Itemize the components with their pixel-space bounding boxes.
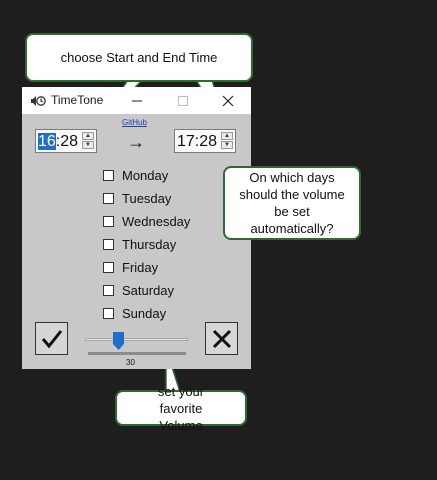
day-checkbox-monday[interactable]: Monday [103,166,168,184]
start-hour-selected: 16 [38,133,56,150]
checkmark-icon [41,329,62,348]
checkbox[interactable] [103,169,114,181]
day-checkbox-friday[interactable]: Friday [103,258,158,276]
day-checkbox-wednesday[interactable]: Wednesday [103,212,190,230]
day-checkbox-tuesday[interactable]: Tuesday [103,189,171,207]
start-time-down-arrow[interactable]: ▼ [82,141,94,149]
day-label: Thursday [122,236,177,252]
maximize-button[interactable] [168,87,198,114]
end-time-spinner[interactable]: 17:28 ▲ ▼ [174,129,236,153]
minimize-icon [132,100,142,101]
start-minutes: :28 [55,133,79,150]
arrow-right-icon: → [127,132,145,152]
callout-time: choose Start and End Time [25,33,253,82]
day-checkbox-sunday[interactable]: Sunday [103,304,166,322]
day-label: Saturday [122,282,175,298]
github-link[interactable]: GitHub [122,118,147,127]
day-checkbox-thursday[interactable]: Thursday [103,235,176,253]
volume-value: 30 [126,358,135,367]
day-label: Tuesday [122,190,172,206]
day-label: Sunday [122,305,167,321]
end-time-up-arrow[interactable]: ▲ [221,132,233,140]
volume-slider-track[interactable] [85,338,188,341]
cancel-button[interactable] [205,322,238,355]
checkbox[interactable] [103,261,114,273]
day-checkbox-saturday[interactable]: Saturday [103,281,174,299]
speaker-clock-icon [31,96,46,106]
maximize-icon [178,95,188,106]
close-icon [222,95,234,106]
callout-volume: set your favorite Volume [115,384,247,433]
title-bar[interactable]: TimeTone [22,87,251,114]
app-window: TimeTone 16:28 ▲ ▼ GitHub → 17:28 ▲ ▼ Mo… [22,87,251,369]
end-time-value[interactable]: 17:28 [177,133,217,151]
start-time-value[interactable]: 16:28 [38,133,78,151]
checkbox[interactable] [103,307,114,319]
close-window-button[interactable] [213,87,243,114]
start-time-arrows: ▲ ▼ [82,132,94,150]
start-time-spinner[interactable]: 16:28 ▲ ▼ [35,129,97,153]
day-label: Wednesday [122,213,191,229]
window-title: TimeTone [51,93,104,107]
callout-volume-text: set your favorite Volume [157,383,205,433]
volume-slider-base [88,352,186,355]
day-label: Monday [122,167,169,183]
start-time-up-arrow[interactable]: ▲ [82,132,94,140]
checkbox[interactable] [103,215,114,227]
end-time-down-arrow[interactable]: ▼ [221,141,233,149]
callout-days-text: On which days should the volume be set a… [239,170,345,236]
x-icon [212,329,231,348]
checkbox[interactable] [103,284,114,296]
callout-time-text: choose Start and End Time [60,50,218,65]
day-label: Friday [122,259,159,275]
checkbox[interactable] [103,192,114,204]
callout-days: On which days should the volume be set a… [223,166,361,240]
end-time-arrows: ▲ ▼ [221,132,233,150]
minimize-button[interactable] [122,87,152,114]
volume-slider-thumb[interactable] [112,332,124,350]
confirm-button[interactable] [35,322,68,355]
checkbox[interactable] [103,238,114,250]
